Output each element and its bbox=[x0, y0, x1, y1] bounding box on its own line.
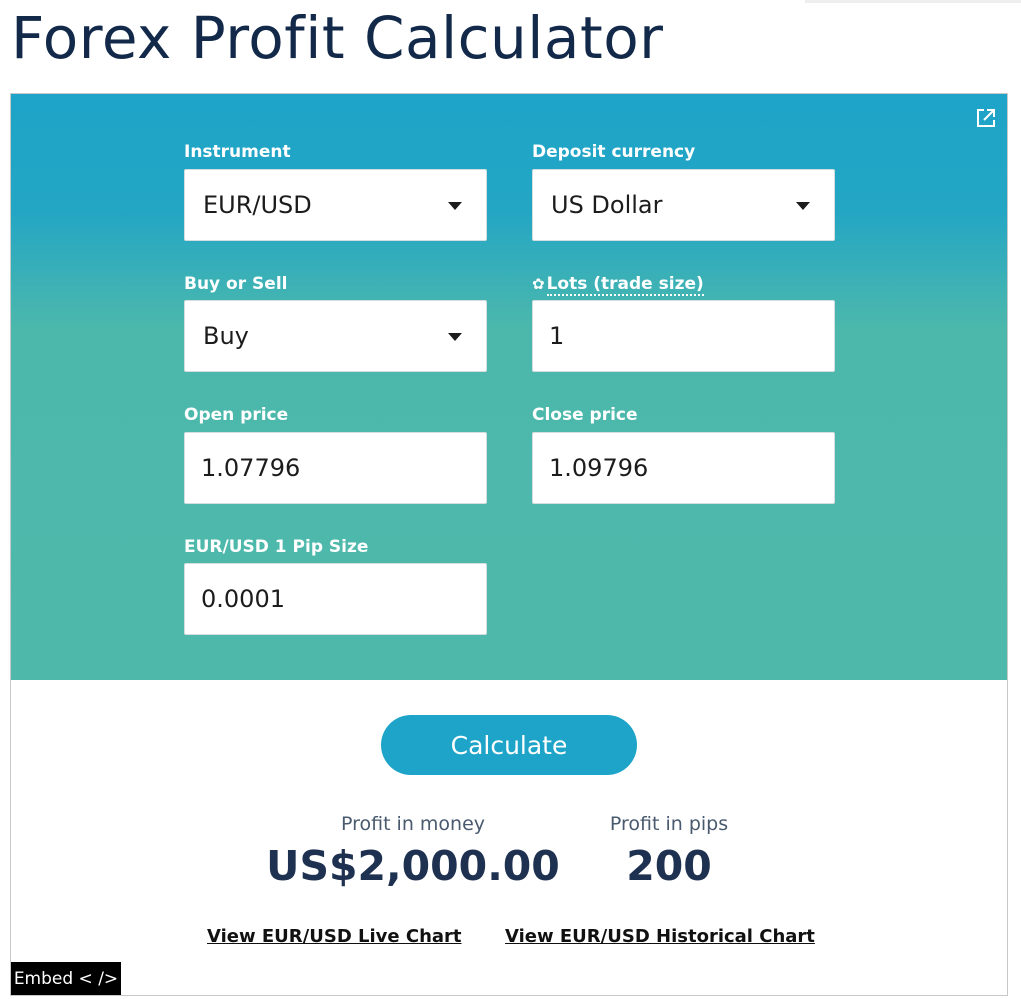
lots-label-text: Lots (trade size) bbox=[546, 274, 704, 296]
historical-chart-link[interactable]: View EUR/USD Historical Chart bbox=[505, 926, 815, 947]
caret-down-icon bbox=[796, 202, 810, 210]
lots-input[interactable]: 1 bbox=[532, 300, 835, 372]
calculator-widget: Instrument EUR/USD Deposit currency US D… bbox=[10, 93, 1008, 996]
profit-money-label: Profit in money bbox=[340, 813, 486, 835]
lots-value: 1 bbox=[549, 322, 565, 350]
lots-label[interactable]: ✿ Lots (trade size) bbox=[532, 273, 704, 296]
open-price-value: 1.07796 bbox=[201, 454, 301, 482]
buy-or-sell-label: Buy or Sell bbox=[184, 274, 288, 294]
pip-size-label: EUR/USD 1 Pip Size bbox=[184, 537, 369, 557]
calculate-button[interactable]: Calculate bbox=[381, 715, 637, 775]
caret-down-icon bbox=[448, 202, 462, 210]
profit-money-value: US$2,000.00 bbox=[266, 842, 560, 890]
deposit-currency-value: US Dollar bbox=[551, 191, 663, 219]
instrument-value: EUR/USD bbox=[203, 191, 312, 219]
open-price-label: Open price bbox=[184, 405, 289, 425]
instrument-select[interactable]: EUR/USD bbox=[184, 169, 487, 241]
close-price-input[interactable]: 1.09796 bbox=[532, 432, 835, 504]
page-title: Forex Profit Calculator bbox=[11, 4, 664, 72]
close-price-value: 1.09796 bbox=[549, 454, 649, 482]
pip-size-value: 0.0001 bbox=[201, 585, 285, 613]
gear-icon: ✿ bbox=[532, 275, 545, 293]
caret-down-icon bbox=[448, 333, 462, 341]
deposit-currency-label: Deposit currency bbox=[532, 142, 696, 162]
external-link-icon[interactable] bbox=[975, 107, 997, 129]
embed-button[interactable]: Embed < /> bbox=[11, 962, 121, 995]
instrument-label: Instrument bbox=[184, 142, 291, 162]
profit-pips-label: Profit in pips bbox=[609, 813, 729, 835]
buy-or-sell-select[interactable]: Buy bbox=[184, 300, 487, 372]
profit-pips-value: 200 bbox=[626, 842, 712, 890]
deposit-currency-select[interactable]: US Dollar bbox=[532, 169, 835, 241]
form-panel: Instrument EUR/USD Deposit currency US D… bbox=[11, 94, 1007, 680]
open-price-input[interactable]: 1.07796 bbox=[184, 432, 487, 504]
live-chart-link[interactable]: View EUR/USD Live Chart bbox=[207, 926, 462, 947]
close-price-label: Close price bbox=[532, 405, 638, 425]
pip-size-input[interactable]: 0.0001 bbox=[184, 563, 487, 635]
top-divider bbox=[805, 0, 1021, 3]
buy-or-sell-value: Buy bbox=[203, 322, 249, 350]
